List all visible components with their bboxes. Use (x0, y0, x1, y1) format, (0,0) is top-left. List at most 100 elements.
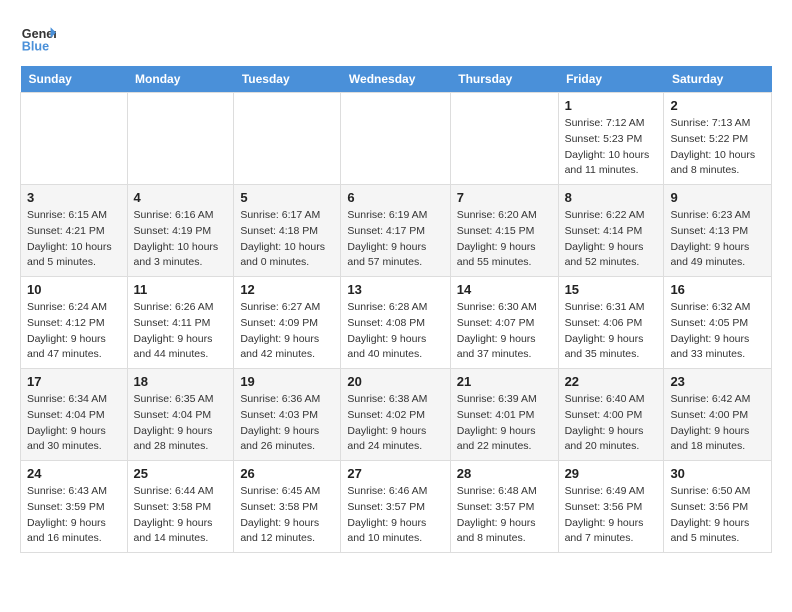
day-number: 30 (670, 466, 765, 481)
calendar-cell: 9 Sunrise: 6:23 AMSunset: 4:13 PMDaylight… (664, 185, 772, 277)
calendar-cell: 7 Sunrise: 6:20 AMSunset: 4:15 PMDaylight… (450, 185, 558, 277)
day-info: Sunrise: 6:32 AMSunset: 4:05 PMDaylight:… (670, 300, 765, 363)
day-info: Sunrise: 6:44 AMSunset: 3:58 PMDaylight:… (134, 484, 228, 547)
calendar-cell: 20Sunrise: 6:38 AMSunset: 4:02 PMDayligh… (341, 369, 450, 461)
day-number: 4 (134, 190, 228, 205)
day-info: Sunrise: 6:16 AMSunset: 4:19 PMDaylight:… (134, 208, 228, 271)
calendar-cell: 5Sunrise: 6:17 AMSunset: 4:18 PMDaylight… (234, 185, 341, 277)
calendar-cell: 19 Sunrise: 6:36 AMSunset: 4:03 PMDayligh… (234, 369, 341, 461)
calendar-cell: 6 Sunrise: 6:19 AMSunset: 4:17 PMDaylight… (341, 185, 450, 277)
calendar-cell: 18 Sunrise: 6:35 AMSunset: 4:04 PMDayligh… (127, 369, 234, 461)
day-number: 26 (240, 466, 334, 481)
day-number: 27 (347, 466, 443, 481)
calendar-cell: 2 Sunrise: 7:13 AMSunset: 5:22 PMDaylight… (664, 93, 772, 185)
day-info: Sunrise: 6:38 AMSunset: 4:02 PMDaylight:… (347, 392, 443, 455)
calendar-cell: 12 Sunrise: 6:27 AMSunset: 4:09 PMDayligh… (234, 277, 341, 369)
calendar-cell: 8 Sunrise: 6:22 AMSunset: 4:14 PMDaylight… (558, 185, 664, 277)
weekday-header-sunday: Sunday (21, 66, 128, 93)
calendar-cell (450, 93, 558, 185)
day-number: 9 (670, 190, 765, 205)
day-number: 2 (670, 98, 765, 113)
day-number: 5 (240, 190, 334, 205)
logo: General Blue (20, 20, 58, 56)
day-info: Sunrise: 6:24 AMSunset: 4:12 PMDaylight:… (27, 300, 121, 363)
calendar-week-3: 10 Sunrise: 6:24 AMSunset: 4:12 PMDayligh… (21, 277, 772, 369)
day-number: 17 (27, 374, 121, 389)
day-number: 29 (565, 466, 658, 481)
day-number: 21 (457, 374, 552, 389)
calendar-cell (234, 93, 341, 185)
day-number: 8 (565, 190, 658, 205)
day-info: Sunrise: 6:27 AMSunset: 4:09 PMDaylight:… (240, 300, 334, 363)
calendar-cell (341, 93, 450, 185)
calendar-week-4: 17 Sunrise: 6:34 AMSunset: 4:04 PMDayligh… (21, 369, 772, 461)
calendar-cell: 28 Sunrise: 6:48 AMSunset: 3:57 PMDayligh… (450, 461, 558, 553)
day-number: 22 (565, 374, 658, 389)
calendar-week-1: 1Sunrise: 7:12 AMSunset: 5:23 PMDaylight… (21, 93, 772, 185)
day-info: Sunrise: 6:49 AMSunset: 3:56 PMDaylight:… (565, 484, 658, 547)
day-info: Sunrise: 6:42 AMSunset: 4:00 PMDaylight:… (670, 392, 765, 455)
day-number: 13 (347, 282, 443, 297)
calendar-cell: 10 Sunrise: 6:24 AMSunset: 4:12 PMDayligh… (21, 277, 128, 369)
calendar-cell: 13 Sunrise: 6:28 AMSunset: 4:08 PMDayligh… (341, 277, 450, 369)
calendar-cell: 17 Sunrise: 6:34 AMSunset: 4:04 PMDayligh… (21, 369, 128, 461)
day-number: 3 (27, 190, 121, 205)
day-number: 11 (134, 282, 228, 297)
day-number: 12 (240, 282, 334, 297)
day-info: Sunrise: 6:15 AMSunset: 4:21 PMDaylight:… (27, 208, 121, 271)
day-info: Sunrise: 7:13 AMSunset: 5:22 PMDaylight:… (670, 116, 765, 179)
day-number: 6 (347, 190, 443, 205)
day-info: Sunrise: 6:28 AMSunset: 4:08 PMDaylight:… (347, 300, 443, 363)
logo-icon: General Blue (20, 20, 56, 56)
calendar-cell (127, 93, 234, 185)
weekday-header-tuesday: Tuesday (234, 66, 341, 93)
day-info: Sunrise: 6:48 AMSunset: 3:57 PMDaylight:… (457, 484, 552, 547)
day-number: 1 (565, 98, 658, 113)
weekday-header-row: SundayMondayTuesdayWednesdayThursdayFrid… (21, 66, 772, 93)
day-info: Sunrise: 6:35 AMSunset: 4:04 PMDaylight:… (134, 392, 228, 455)
calendar-cell: 3 Sunrise: 6:15 AMSunset: 4:21 PMDaylight… (21, 185, 128, 277)
calendar-cell: 24 Sunrise: 6:43 AMSunset: 3:59 PMDayligh… (21, 461, 128, 553)
day-number: 18 (134, 374, 228, 389)
calendar-cell: 22Sunrise: 6:40 AMSunset: 4:00 PMDayligh… (558, 369, 664, 461)
day-info: Sunrise: 6:19 AMSunset: 4:17 PMDaylight:… (347, 208, 443, 271)
day-number: 15 (565, 282, 658, 297)
day-number: 14 (457, 282, 552, 297)
day-info: Sunrise: 6:20 AMSunset: 4:15 PMDaylight:… (457, 208, 552, 271)
svg-text:Blue: Blue (22, 40, 49, 54)
calendar-cell: 29 Sunrise: 6:49 AMSunset: 3:56 PMDayligh… (558, 461, 664, 553)
calendar-cell: 11 Sunrise: 6:26 AMSunset: 4:11 PMDayligh… (127, 277, 234, 369)
day-number: 7 (457, 190, 552, 205)
weekday-header-wednesday: Wednesday (341, 66, 450, 93)
calendar-cell: 4 Sunrise: 6:16 AMSunset: 4:19 PMDaylight… (127, 185, 234, 277)
weekday-header-monday: Monday (127, 66, 234, 93)
day-info: Sunrise: 6:23 AMSunset: 4:13 PMDaylight:… (670, 208, 765, 271)
day-info: Sunrise: 6:50 AMSunset: 3:56 PMDaylight:… (670, 484, 765, 547)
day-info: Sunrise: 6:34 AMSunset: 4:04 PMDaylight:… (27, 392, 121, 455)
day-info: Sunrise: 6:26 AMSunset: 4:11 PMDaylight:… (134, 300, 228, 363)
day-info: Sunrise: 6:22 AMSunset: 4:14 PMDaylight:… (565, 208, 658, 271)
calendar-cell: 27 Sunrise: 6:46 AMSunset: 3:57 PMDayligh… (341, 461, 450, 553)
day-number: 16 (670, 282, 765, 297)
page-header: General Blue (20, 20, 772, 56)
calendar-cell: 16 Sunrise: 6:32 AMSunset: 4:05 PMDayligh… (664, 277, 772, 369)
weekday-header-thursday: Thursday (450, 66, 558, 93)
day-info: Sunrise: 6:46 AMSunset: 3:57 PMDaylight:… (347, 484, 443, 547)
calendar-cell: 23 Sunrise: 6:42 AMSunset: 4:00 PMDayligh… (664, 369, 772, 461)
calendar-cell: 26Sunrise: 6:45 AMSunset: 3:58 PMDayligh… (234, 461, 341, 553)
calendar-cell: 25Sunrise: 6:44 AMSunset: 3:58 PMDayligh… (127, 461, 234, 553)
day-info: Sunrise: 6:43 AMSunset: 3:59 PMDaylight:… (27, 484, 121, 547)
calendar-table: SundayMondayTuesdayWednesdayThursdayFrid… (20, 66, 772, 553)
day-number: 23 (670, 374, 765, 389)
calendar-cell (21, 93, 128, 185)
day-number: 19 (240, 374, 334, 389)
day-info: Sunrise: 6:30 AMSunset: 4:07 PMDaylight:… (457, 300, 552, 363)
day-info: Sunrise: 6:36 AMSunset: 4:03 PMDaylight:… (240, 392, 334, 455)
day-number: 10 (27, 282, 121, 297)
day-number: 28 (457, 466, 552, 481)
calendar-cell: 30 Sunrise: 6:50 AMSunset: 3:56 PMDayligh… (664, 461, 772, 553)
calendar-cell: 15Sunrise: 6:31 AMSunset: 4:06 PMDayligh… (558, 277, 664, 369)
weekday-header-friday: Friday (558, 66, 664, 93)
weekday-header-saturday: Saturday (664, 66, 772, 93)
day-number: 24 (27, 466, 121, 481)
